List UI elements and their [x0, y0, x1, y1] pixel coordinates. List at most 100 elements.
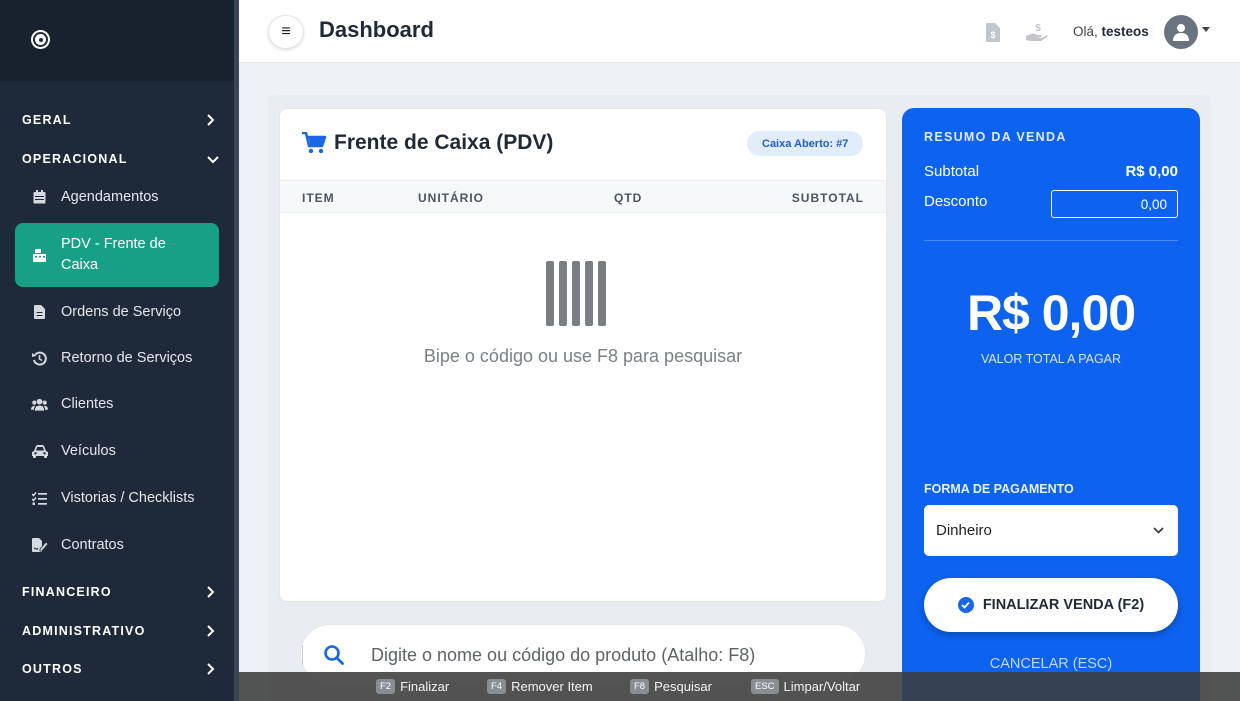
chevron-down-icon [1153, 527, 1164, 534]
sidebar-item-vistorias[interactable]: Vistorias / Checklists [15, 487, 219, 509]
shortcut-label: Finalizar [400, 679, 450, 694]
shortcut-finalizar[interactable]: F2 Finalizar [376, 679, 449, 694]
shortcut-pesquisar[interactable]: F8 Pesquisar [630, 679, 712, 694]
page-title: Dashboard [319, 17, 434, 42]
sidebar-item-label: Contratos [61, 537, 124, 553]
shortcut-key: F4 [487, 679, 507, 694]
summary-title: RESUMO DA VENDA [924, 130, 1067, 144]
product-search-input[interactable] [371, 641, 851, 669]
column-header-item: ITEM [302, 191, 335, 205]
sidebar-item-pdv[interactable]: PDV - Frente de Caixa [15, 223, 219, 287]
sidebar-item-label: Vistorias / Checklists [61, 490, 195, 506]
sidebar-item-label: Veículos [61, 443, 116, 459]
payment-method-select[interactable]: Dinheiro [924, 505, 1178, 556]
shortcut-key: F8 [630, 679, 650, 694]
sidebar-item-label: PDV - Frente de Caixa [61, 236, 166, 273]
chevron-down-icon [206, 155, 219, 164]
sidebar-item-agendamentos[interactable]: Agendamentos [15, 186, 219, 208]
cash-register-icon [31, 247, 48, 264]
sidebar-item-label: Ordens de Serviço [61, 304, 182, 320]
sidebar-section-operacional[interactable]: OPERACIONAL [22, 149, 219, 169]
section-label: FINANCEIRO [22, 585, 112, 599]
total-value: R$ 0,00 [966, 285, 1136, 341]
file-signature-icon [31, 537, 48, 554]
greeting-prefix: Olá, [1073, 24, 1098, 39]
sidebar-section-financeiro[interactable]: FINANCEIRO [22, 582, 218, 602]
column-header-subtotal: SUBTOTAL [791, 191, 864, 205]
shortcut-label: Remover Item [511, 679, 593, 694]
shortcut-label: Pesquisar [654, 679, 712, 694]
hamburger-icon: ≡ [281, 23, 291, 40]
chevron-right-icon [206, 662, 218, 676]
sidebar-item-clientes[interactable]: Clientes [15, 393, 219, 415]
keyboard-shortcuts-bar: F2 Finalizar F4 Remover Item F8 Pesquisa… [239, 672, 1240, 701]
calendar-icon [31, 189, 48, 206]
discount-label: Desconto [924, 193, 988, 210]
pdv-title: Frente de Caixa (PDV) [302, 131, 553, 155]
user-icon [1173, 24, 1189, 41]
column-header-unitario: UNITÁRIO [418, 191, 484, 205]
car-icon [31, 443, 48, 460]
sidebar-item-veiculos[interactable]: Veículos [15, 440, 219, 462]
sidebar: GERAL OPERACIONAL Agendamentos PDV - Fre… [0, 0, 239, 701]
sidebar-item-retorno-servicos[interactable]: Retorno de Serviços [15, 347, 219, 369]
shortcut-key: ESC [751, 679, 779, 694]
search-divider [302, 645, 303, 665]
summary-divider [924, 240, 1178, 241]
search-icon [323, 644, 345, 666]
shortcut-label: Limpar/Voltar [783, 679, 861, 694]
history-icon [31, 350, 48, 367]
pdv-card: Frente de Caixa (PDV) Caixa Aberto: #7 I… [279, 108, 887, 602]
discount-input[interactable] [1051, 190, 1178, 218]
chevron-right-icon [206, 624, 218, 638]
brand-logo-icon[interactable] [31, 30, 50, 49]
sidebar-scrollbar[interactable] [234, 0, 239, 701]
hand-holding-dollar-icon[interactable]: $ [1025, 21, 1049, 43]
section-label: OUTROS [22, 662, 83, 676]
svg-text:$: $ [1035, 23, 1041, 34]
finalize-sale-button[interactable]: FINALIZAR VENDA (F2) [924, 578, 1178, 632]
svg-text:$: $ [990, 30, 995, 40]
shortcut-remover-item[interactable]: F4 Remover Item [487, 679, 593, 694]
empty-cart-message: Bipe o código ou use F8 para pesquisar [423, 346, 743, 366]
topbar: ≡ Dashboard $ $ Olá, testeos [239, 0, 1240, 63]
sidebar-item-ordens-servico[interactable]: Ordens de Serviço [15, 301, 219, 323]
sidebar-section-outros[interactable]: OUTROS [22, 659, 218, 679]
shortcut-key: F2 [376, 679, 396, 694]
avatar[interactable] [1164, 15, 1198, 49]
user-menu-caret-icon[interactable] [1202, 27, 1210, 32]
menu-toggle-button[interactable]: ≡ [268, 15, 304, 49]
chevron-right-icon [206, 585, 218, 599]
subtotal-value: R$ 0,00 [1125, 163, 1178, 180]
pdv-title-text: Frente de Caixa (PDV) [334, 131, 554, 154]
sidebar-item-label: Retorno de Serviços [61, 350, 193, 366]
payment-method-label: FORMA DE PAGAMENTO [924, 482, 1074, 496]
sale-summary-panel: RESUMO DA VENDA Subtotal R$ 0,00 Descont… [902, 108, 1200, 701]
section-label: OPERACIONAL [22, 152, 128, 166]
barcode-icon [546, 261, 606, 326]
finalize-label: FINALIZAR VENDA (F2) [982, 597, 1145, 613]
subtotal-row: Subtotal R$ 0,00 [924, 163, 1178, 180]
username: testeos [1101, 24, 1149, 39]
sidebar-item-label: Agendamentos [61, 189, 159, 205]
brand-area [0, 0, 234, 81]
section-label: ADMINISTRATIVO [22, 624, 146, 638]
file-icon [31, 304, 48, 321]
shopping-cart-icon [302, 131, 328, 155]
sidebar-section-administrativo[interactable]: ADMINISTRATIVO [22, 621, 218, 641]
chevron-right-icon [206, 113, 218, 127]
user-greeting: Olá, testeos [1073, 24, 1149, 39]
items-table-header: ITEM UNITÁRIO QTD SUBTOTAL [280, 180, 886, 213]
users-icon [31, 396, 48, 413]
invoice-icon[interactable]: $ [983, 21, 1003, 43]
sidebar-item-label: Clientes [61, 396, 114, 412]
shortcut-limpar-voltar[interactable]: ESC Limpar/Voltar [751, 679, 860, 694]
section-label: GERAL [22, 113, 72, 127]
column-header-qtd: QTD [614, 191, 643, 205]
sidebar-section-geral[interactable]: GERAL [22, 110, 218, 130]
cash-status-badge: Caixa Aberto: #7 [747, 131, 864, 156]
payment-method-value: Dinheiro [936, 522, 992, 539]
checklist-icon [31, 490, 48, 507]
sidebar-item-contratos[interactable]: Contratos [15, 534, 219, 556]
cancel-sale-button[interactable]: CANCELAR (ESC) [902, 656, 1200, 672]
